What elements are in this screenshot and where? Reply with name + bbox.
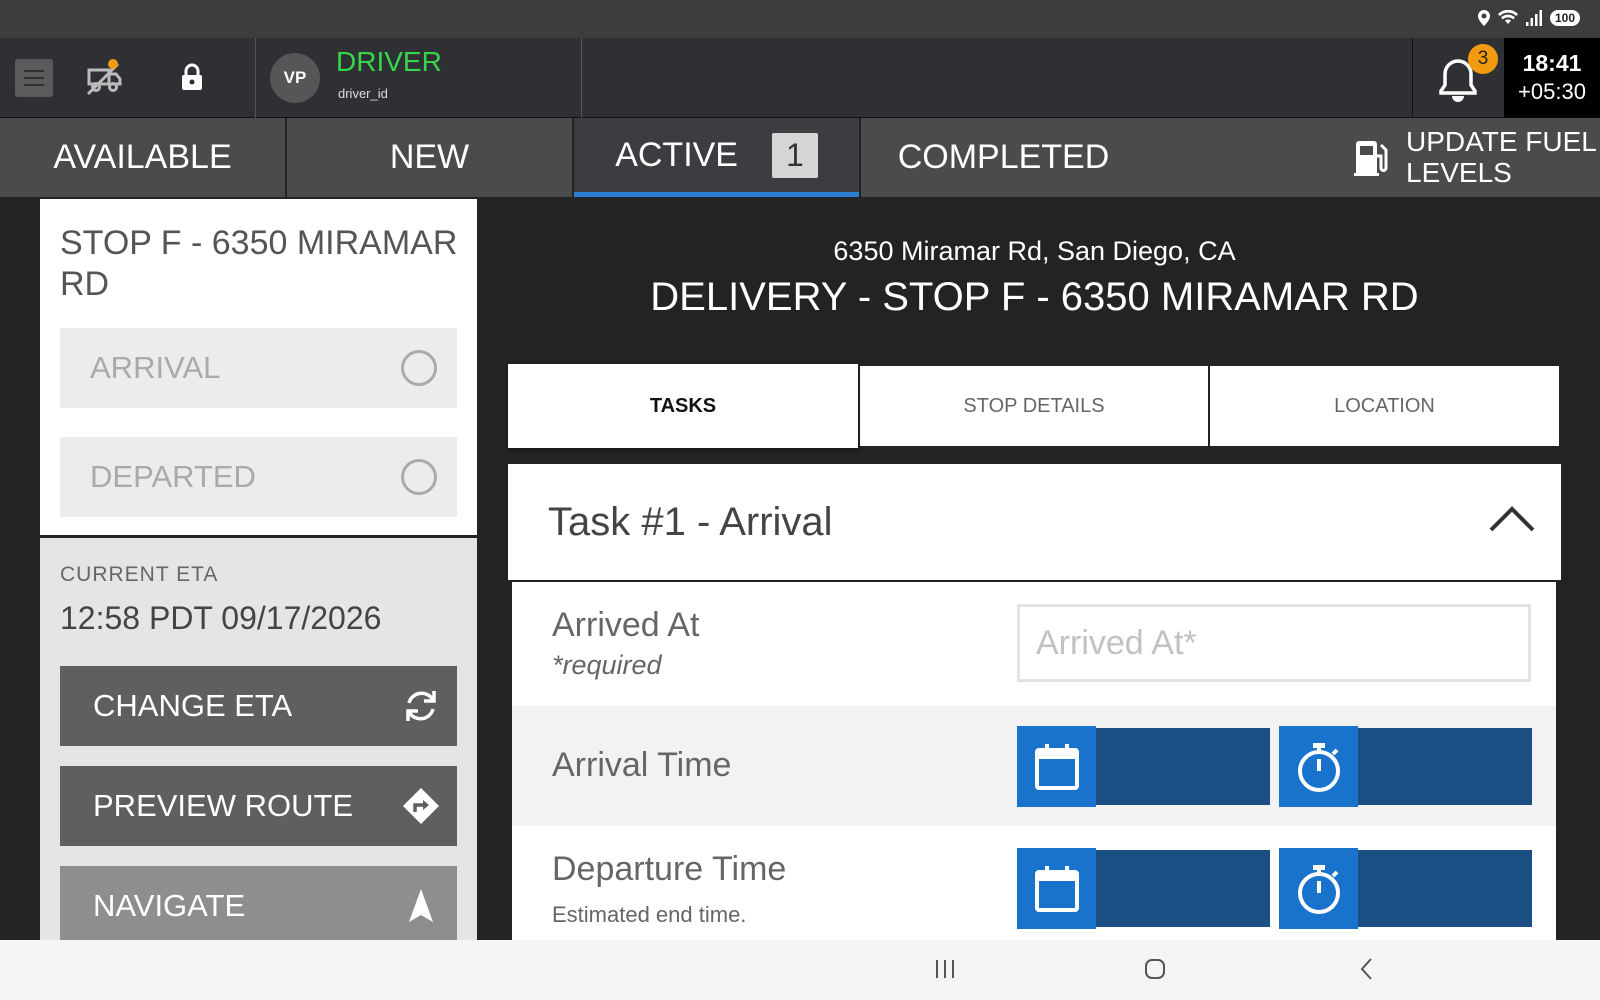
home-icon[interactable] <box>1143 956 1167 982</box>
departed-status-button[interactable]: DEPARTED <box>60 437 457 517</box>
tab-label: COMPLETED <box>897 138 1110 176</box>
driver-role: DRIVER <box>336 46 442 77</box>
radio-circle-icon <box>401 350 437 386</box>
arrival-time-row: Arrival Time <box>512 706 1556 826</box>
stop-subtabs: TASKS STOP DETAILS LOCATION <box>508 364 1561 450</box>
tab-label: NEW <box>389 138 470 176</box>
departure-time-label: Departure Time <box>552 850 787 888</box>
stop-heading: DELIVERY - STOP F - 6350 MIRAMAR RD <box>650 275 1419 319</box>
chevron-up-icon[interactable] <box>1488 504 1536 534</box>
required-note: *required <box>552 650 662 680</box>
task-header[interactable]: Task #1 - Arrival <box>508 464 1561 580</box>
fuel-pump-icon <box>1354 141 1388 176</box>
notifications-button[interactable]: 3 <box>1412 38 1504 118</box>
navigation-arrow-icon <box>409 889 433 922</box>
arrival-date-picker[interactable] <box>1017 726 1270 807</box>
clock-offset: +05:30 <box>1518 79 1586 104</box>
radio-circle-icon <box>401 459 437 495</box>
tab-completed[interactable]: COMPLETED <box>861 118 1146 197</box>
hamburger-icon[interactable] <box>15 59 53 97</box>
driver-info: VP DRIVER driver_id <box>256 38 582 118</box>
tab-new[interactable]: NEW <box>287 118 572 197</box>
location-icon <box>1477 10 1490 26</box>
header-tools <box>0 38 256 118</box>
arrived-at-input[interactable]: Arrived At* <box>1017 604 1531 682</box>
stop-card: STOP F - 6350 MIRAMAR RD ARRIVAL DEPARTE… <box>40 199 477 535</box>
calendar-icon <box>1017 726 1096 807</box>
wifi-icon <box>1497 10 1518 24</box>
tab-available[interactable]: AVAILABLE <box>0 118 285 197</box>
preview-route-button[interactable]: PREVIEW ROUTE <box>60 766 457 846</box>
navigate-label: NAVIGATE <box>93 888 246 923</box>
clock-time: 18:41 <box>1522 50 1582 76</box>
clock: 18:41 +05:30 <box>1504 38 1600 118</box>
directions-icon <box>403 788 439 824</box>
notification-badge: 3 <box>1468 44 1498 74</box>
arrived-at-row: Arrived At *required Arrived At* <box>512 582 1556 706</box>
arrival-status-button[interactable]: ARRIVAL <box>60 328 457 408</box>
arrival-label: ARRIVAL <box>90 350 221 385</box>
no-truck-icon[interactable] <box>84 58 124 98</box>
arrival-time-picker[interactable] <box>1279 726 1532 807</box>
stop-address: 6350 Miramar Rd, San Diego, CA <box>833 236 1236 266</box>
tab-stop-details[interactable]: STOP DETAILS <box>860 366 1208 446</box>
arrived-at-label: Arrived At <box>552 606 700 644</box>
preview-route-label: PREVIEW ROUTE <box>93 788 354 823</box>
update-fuel-levels-button[interactable]: UPDATE FUEL LEVELS <box>1138 118 1600 197</box>
back-icon[interactable] <box>1357 956 1377 982</box>
stopwatch-icon <box>1279 726 1358 807</box>
arrival-time-label: Arrival Time <box>552 746 732 784</box>
change-eta-button[interactable]: CHANGE ETA <box>60 666 457 746</box>
departure-time-row: Departure Time Estimated end time. <box>512 826 1556 940</box>
driver-id: driver_id <box>338 86 388 101</box>
battery-indicator: 100 <box>1549 10 1580 26</box>
departure-time-picker[interactable] <box>1279 848 1532 929</box>
tab-label: ACTIVE <box>615 135 738 174</box>
current-eta-value: 12:58 PDT 09/17/2026 <box>60 600 382 636</box>
lock-icon[interactable] <box>180 62 204 92</box>
tab-count-badge: 1 <box>772 132 818 178</box>
system-status-bar: 100 <box>0 0 1600 38</box>
navigate-button[interactable]: NAVIGATE <box>60 866 457 946</box>
stop-title: STOP F - 6350 MIRAMAR RD <box>60 224 458 303</box>
avatar[interactable]: VP <box>270 53 320 103</box>
eta-panel: CURRENT ETA 12:58 PDT 09/17/2026 CHANGE … <box>40 538 477 946</box>
tab-tasks[interactable]: TASKS <box>508 364 858 448</box>
app-header: VP DRIVER driver_id 3 18:41 +05:30 <box>0 38 1600 118</box>
stopwatch-icon <box>1279 848 1358 929</box>
status-icons: 100 <box>1477 10 1580 26</box>
recent-apps-icon[interactable] <box>934 956 956 982</box>
refresh-icon <box>406 691 436 721</box>
system-navigation-bar <box>0 940 1600 1000</box>
current-eta-label: CURRENT ETA <box>60 563 219 586</box>
tab-active[interactable]: ACTIVE 1 <box>574 118 859 197</box>
tab-location[interactable]: LOCATION <box>1210 366 1559 446</box>
departure-time-hint: Estimated end time. <box>552 902 747 927</box>
departure-date-picker[interactable] <box>1017 848 1270 929</box>
task-body: Arrived At *required Arrived At* Arrival… <box>512 582 1556 940</box>
task-title: Task #1 - Arrival <box>548 500 833 544</box>
route-tabs: AVAILABLE NEW ACTIVE 1 COMPLETED UPDATE F… <box>0 118 1600 198</box>
update-fuel-label: UPDATE FUEL LEVELS <box>1406 126 1596 188</box>
signal-icon <box>1525 10 1542 26</box>
calendar-icon <box>1017 848 1096 929</box>
change-eta-label: CHANGE ETA <box>93 688 293 723</box>
departed-label: DEPARTED <box>90 459 256 494</box>
tab-label: AVAILABLE <box>53 138 232 176</box>
